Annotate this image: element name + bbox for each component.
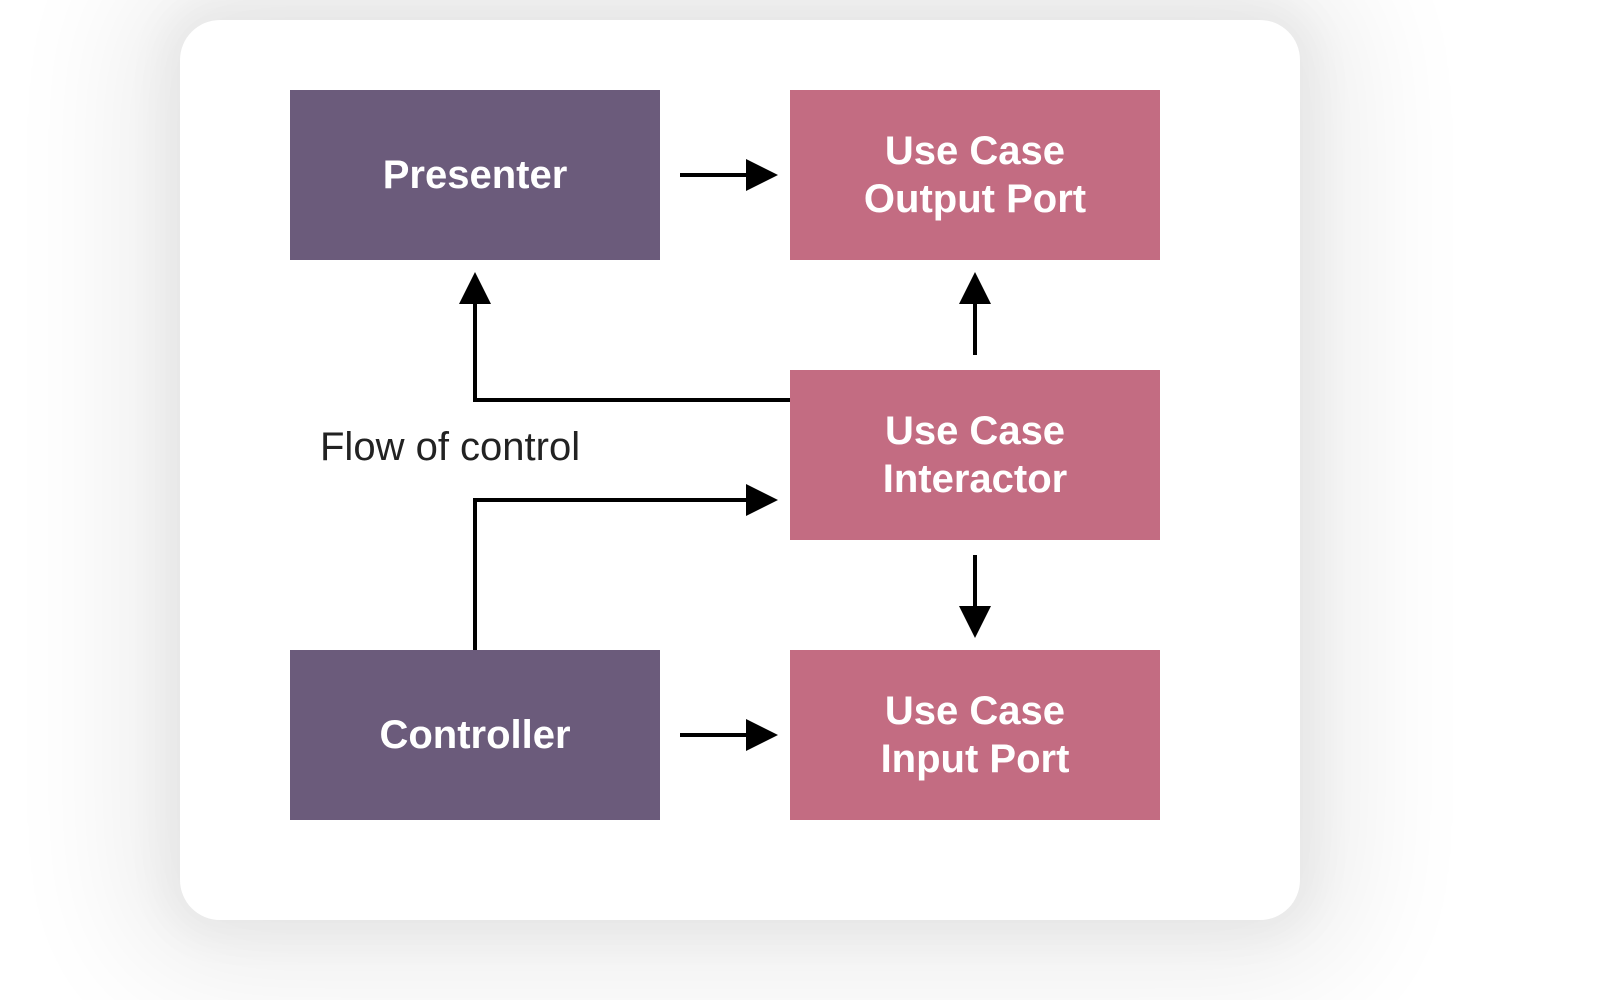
node-input-port: Use CaseInput Port	[790, 650, 1160, 820]
node-interactor: Use CaseInteractor	[790, 370, 1160, 540]
node-output-port: Use CaseOutput Port	[790, 90, 1160, 260]
node-label: Controller	[379, 711, 570, 759]
node-label: Use CaseInteractor	[883, 407, 1068, 503]
diagram-canvas: Presenter Use CaseOutput Port Use CaseIn…	[0, 0, 1600, 1000]
node-label: Presenter	[383, 151, 568, 199]
node-label: Use CaseInput Port	[881, 687, 1070, 783]
node-label: Use CaseOutput Port	[864, 127, 1086, 223]
node-controller: Controller	[290, 650, 660, 820]
node-presenter: Presenter	[290, 90, 660, 260]
flow-of-control-label: Flow of control	[320, 425, 580, 470]
